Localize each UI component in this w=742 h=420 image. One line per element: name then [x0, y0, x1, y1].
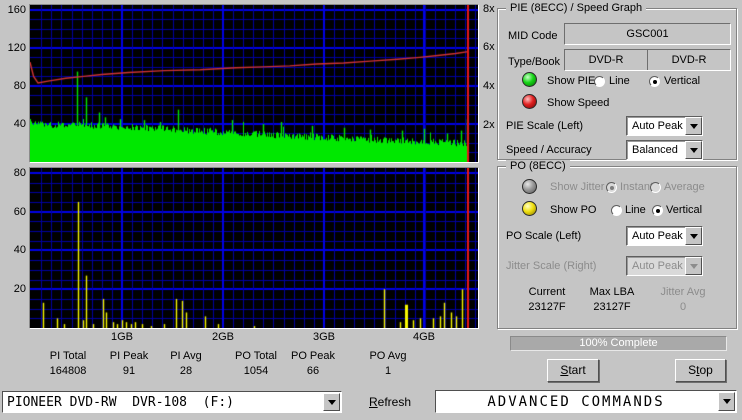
book-value: DVD-R — [671, 54, 707, 66]
show-pie-label: Show PIE — [547, 75, 596, 87]
type-book-label: Type/Book — [508, 56, 560, 68]
speed-accuracy-label: Speed / Accuracy — [506, 144, 592, 156]
pie-vertical-label[interactable]: Vertical — [664, 75, 700, 87]
drive-select-combobox[interactable]: PIONEER DVD-RW DVR-108 (F:) — [2, 391, 342, 413]
x-axis-tick: 4GB — [412, 331, 435, 343]
max-lba-label: Max LBA — [589, 286, 635, 298]
refresh-button-mnemonic: R — [369, 395, 378, 409]
po-canvas — [30, 168, 478, 328]
po-scale-combobox[interactable]: Auto Peak — [626, 226, 703, 246]
po-scale-value: Auto Peak — [632, 230, 683, 242]
show-jitter-led-button — [522, 179, 537, 194]
jitter-avg-value: 0 — [679, 301, 687, 313]
advanced-commands-combobox[interactable]: ADVANCED COMMANDS — [435, 390, 737, 413]
jitter-average-label: Average — [664, 181, 705, 193]
po-vertical-label[interactable]: Vertical — [666, 204, 702, 216]
stat-label: PO Peak — [290, 350, 336, 362]
stat-po-peak: PO Peak 66 — [278, 350, 348, 377]
refresh-button[interactable]: Refresh — [369, 395, 411, 409]
po-line-label[interactable]: Line — [625, 204, 646, 216]
stat-value: 1 — [384, 365, 392, 377]
disc-quality-window: 160 120 80 40 8x 6x 4x 2x 80 60 40 20 1G… — [0, 0, 742, 420]
start-button-text: tart — [568, 363, 586, 377]
dropdown-arrow-icon[interactable] — [323, 393, 340, 411]
stop-button-text: op — [699, 363, 713, 377]
drive-name: PIONEER DVD-RW DVR-108 (F:) — [7, 395, 234, 410]
show-jitter-label: Show Jitter — [550, 181, 605, 193]
stat-value: 28 — [179, 365, 193, 377]
mid-code-field: GSC001 — [564, 23, 731, 45]
jitter-average-radio — [650, 182, 661, 193]
po-group-title: PO (8ECC) — [506, 160, 570, 172]
dropdown-arrow-icon[interactable] — [685, 117, 702, 135]
mid-code-value: GSC001 — [626, 28, 669, 40]
stat-label: PI Total — [49, 350, 87, 362]
current-label: Current — [528, 286, 566, 298]
po-vertical-radio[interactable] — [652, 205, 663, 216]
dropdown-arrow-icon[interactable] — [685, 141, 702, 159]
jitter-instant-radio — [606, 182, 617, 193]
type-value: DVD-R — [565, 50, 648, 70]
dropdown-arrow-icon[interactable] — [718, 392, 735, 411]
show-po-led-button[interactable] — [522, 201, 537, 216]
jitter-scale-value: Auto Peak — [632, 260, 683, 272]
stat-value: 66 — [306, 365, 320, 377]
pie-speed-plot — [29, 4, 479, 163]
show-speed-label: Show Speed — [547, 97, 610, 109]
pie-scale-combobox[interactable]: Auto Peak — [626, 116, 703, 136]
speed-accuracy-combobox[interactable]: Balanced — [626, 140, 703, 160]
pie-scale-value: Auto Peak — [632, 120, 683, 132]
stat-label: PI Avg — [170, 350, 202, 362]
po-axis-tick: 60 — [13, 206, 26, 218]
pie-axis-tick: 80 — [13, 80, 26, 92]
po-group: PO (8ECC) Show Jitter Instant Average Sh… — [497, 160, 737, 329]
x-axis-tick: 3GB — [312, 331, 335, 343]
x-axis-tick: 2GB — [211, 331, 234, 343]
pie-axis-tick: 40 — [13, 118, 26, 130]
pie-line-radio[interactable] — [594, 76, 605, 87]
jitter-scale-combobox: Auto Peak — [626, 256, 703, 276]
stat-label: PO Avg — [369, 350, 407, 362]
stop-button-text: S — [688, 363, 697, 377]
show-po-label: Show PO — [550, 204, 597, 216]
pie-group: PIE (8ECC) / Speed Graph MID Code GSC001… — [497, 2, 737, 160]
po-axis-tick: 40 — [13, 244, 26, 256]
stat-pi-avg: PI Avg 28 — [151, 350, 221, 377]
current-value: 23127F — [528, 301, 566, 313]
show-speed-led-button[interactable] — [522, 94, 537, 109]
po-plot — [29, 167, 479, 329]
stop-button[interactable]: Stop — [675, 359, 726, 382]
po-axis-tick: 80 — [13, 167, 26, 179]
max-lba-value: 23127F — [593, 301, 631, 313]
jitter-scale-label: Jitter Scale (Right) — [506, 260, 597, 272]
pie-group-title: PIE (8ECC) / Speed Graph — [506, 2, 647, 14]
dropdown-arrow-icon — [685, 257, 702, 275]
po-scale-label: PO Scale (Left) — [506, 230, 582, 242]
scan-progress-bar: 100% Complete — [510, 336, 727, 351]
jitter-avg-label: Jitter Avg — [660, 286, 706, 298]
jitter-instant-label: Instant — [620, 181, 654, 193]
speed-accuracy-value: Balanced — [632, 144, 678, 156]
progress-text: 100% Complete — [579, 337, 658, 349]
stat-value: 164808 — [49, 365, 87, 377]
pie-axis-tick: 120 — [7, 42, 26, 54]
start-button[interactable]: Start — [547, 359, 599, 382]
x-axis-tick: 1GB — [110, 331, 133, 343]
pie-line-label[interactable]: Line — [609, 75, 630, 87]
advanced-commands-value: ADVANCED COMMANDS — [487, 394, 665, 410]
refresh-button-text: efresh — [377, 395, 412, 409]
type-book-field: DVD-R DVD-R — [564, 49, 731, 71]
po-line-radio[interactable] — [611, 205, 622, 216]
pie-scale-label: PIE Scale (Left) — [506, 120, 584, 132]
pie-axis-tick: 160 — [7, 4, 26, 16]
stat-pi-total: PI Total 164808 — [33, 350, 103, 377]
dropdown-arrow-icon[interactable] — [685, 227, 702, 245]
pie-vertical-radio[interactable] — [649, 76, 660, 87]
stat-po-avg: PO Avg 1 — [353, 350, 423, 377]
pie-speed-canvas — [30, 5, 478, 162]
po-axis-tick: 20 — [13, 283, 26, 295]
mid-code-label: MID Code — [508, 30, 558, 42]
show-pie-led-button[interactable] — [522, 72, 537, 87]
